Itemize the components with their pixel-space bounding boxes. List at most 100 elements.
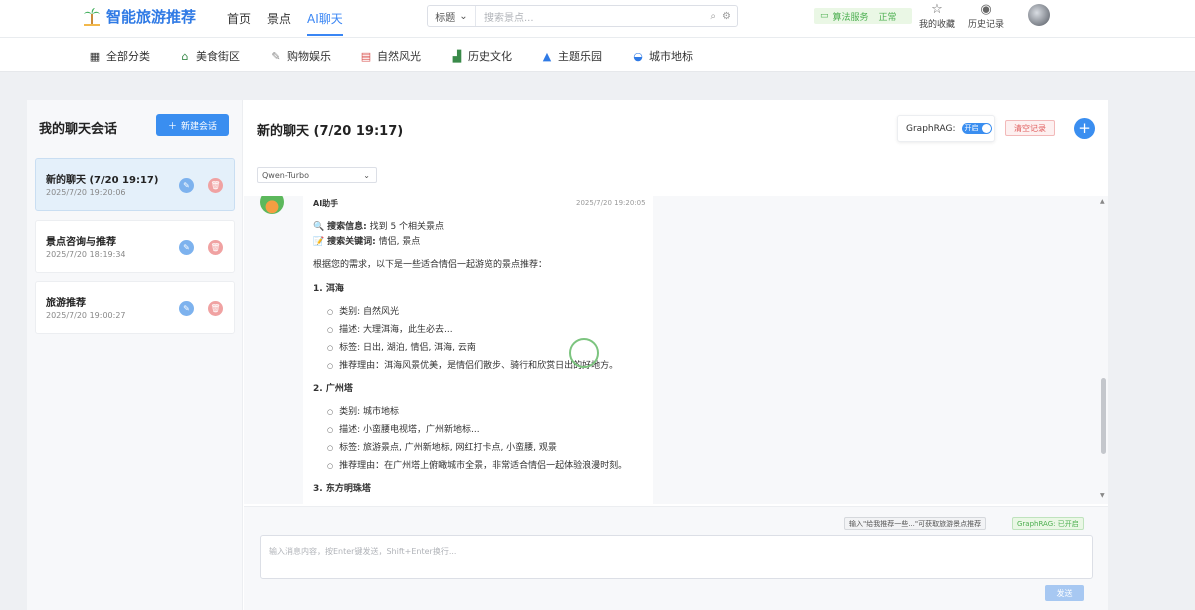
session-time: 2025/7/20 18:19:34 xyxy=(46,250,126,259)
recommendation-bullet: 标签: 旅游景点, 广州新地标, 网红打卡点, 小蛮腰, 观景 xyxy=(327,440,557,453)
landmark-icon: ◒ xyxy=(633,49,643,63)
gear-icon[interactable]: ⚙ xyxy=(722,11,731,22)
category-label: 主题乐园 xyxy=(558,50,602,63)
message-scrollbar[interactable]: ▲ ▼ xyxy=(1098,196,1108,504)
session-title: 旅游推荐 xyxy=(46,298,86,309)
model-select[interactable]: Qwen-Turbo ⌄ xyxy=(257,167,377,183)
chevron-down-icon: ⌄ xyxy=(363,170,370,180)
search-info-key: 搜索信息: xyxy=(327,222,367,232)
scroll-down-arrow-icon[interactable]: ▼ xyxy=(1100,492,1105,499)
main-nav: 首页 景点 AI聊天 xyxy=(227,10,359,36)
category-food[interactable]: ⌂ 美食街区 xyxy=(179,48,241,64)
nature-icon: ▤ xyxy=(360,49,372,63)
graphrag-switch-card: GraphRAG: 开启 xyxy=(897,115,995,142)
palm-tree-icon xyxy=(84,7,100,26)
toggle-knob xyxy=(981,124,991,133)
monitor-icon: ▭ xyxy=(820,11,829,21)
history-button[interactable]: ◉ 历史记录 xyxy=(968,2,1005,31)
session-item[interactable]: 景点咨询与推荐 2025/7/20 18:19:34 ✎ 🗑 xyxy=(35,220,235,273)
favorites-label: 我的收藏 xyxy=(919,20,956,30)
app-logo[interactable]: 智能旅游推荐 xyxy=(82,6,196,27)
recommendation-heading: 3. 东方明珠塔 xyxy=(313,484,371,494)
message-sender: AI助手 xyxy=(313,199,339,208)
search-icon[interactable]: ⌕ xyxy=(710,11,716,22)
recommendation-bullet: 推荐理由：在广州塔上俯瞰城市全景，非常适合情侣一起体验浪漫时刻。 xyxy=(327,458,627,471)
search-input[interactable]: 搜索景点... xyxy=(476,9,710,24)
category-label: 美食街区 xyxy=(196,50,240,63)
shopping-icon: ✎ xyxy=(271,49,281,63)
intro-text: 根据您的需求，以下是一些适合情侣一起游览的景点推荐： xyxy=(313,260,548,270)
search-info-line: 🔍 搜索信息: 找到 5 个相关景点 xyxy=(313,219,444,232)
keywords-value: 情侣, 景点 xyxy=(378,237,421,247)
category-history[interactable]: ▟ 历史文化 xyxy=(451,48,512,64)
session-time: 2025/7/20 19:00:27 xyxy=(46,311,126,320)
favorites-button[interactable]: ☆ 我的收藏 xyxy=(919,2,956,31)
search-type-label: 标题 xyxy=(435,12,456,24)
star-icon: ☆ xyxy=(931,2,943,17)
category-label: 自然风光 xyxy=(377,50,421,63)
message-input[interactable]: 输入消息内容，按Enter键发送，Shift+Enter换行... xyxy=(260,535,1093,579)
grid-icon: ▦ xyxy=(89,49,101,63)
add-button[interactable]: + xyxy=(1074,118,1095,139)
keywords-key: 搜索关键词: xyxy=(327,237,376,247)
composer: 输入"给我推荐一些..."可获取旅游景点推荐 GraphRAG: 已开启 输入消… xyxy=(244,506,1108,610)
search-type-select[interactable]: 标题 ⌄ xyxy=(428,6,476,26)
category-shopping[interactable]: ✎ 购物娱乐 xyxy=(270,48,331,64)
new-session-button[interactable]: ＋ 新建会话 xyxy=(156,114,229,136)
session-item[interactable]: 新的聊天 (7/20 19:17) 2025/7/20 19:20:06 ✎ 🗑 xyxy=(35,158,235,211)
edit-icon[interactable]: ✎ xyxy=(179,301,194,316)
trash-icon[interactable]: 🗑 xyxy=(208,240,223,255)
session-item[interactable]: 旅游推荐 2025/7/20 19:00:27 ✎ 🗑 xyxy=(35,281,235,334)
chat-title: 新的聊天 (7/20 19:17) xyxy=(257,124,404,139)
nav-ai-chat[interactable]: AI聊天 xyxy=(307,10,343,36)
category-label: 历史文化 xyxy=(468,50,512,63)
user-avatar[interactable] xyxy=(1028,4,1050,26)
sidebar-title: 我的聊天会话 xyxy=(39,122,118,137)
graphrag-label: GraphRAG: xyxy=(906,123,956,134)
message-list[interactable]: AI助手 2025/7/20 19:20:05 🔍 搜索信息: 找到 5 个相关… xyxy=(244,196,1108,504)
recommend-hint-tag: 输入"给我推荐一些..."可获取旅游景点推荐 xyxy=(844,517,987,530)
clear-history-button[interactable]: 清空记录 xyxy=(1005,120,1055,136)
plus-icon: ＋ xyxy=(167,121,177,132)
message-time: 2025/7/20 19:20:05 xyxy=(576,199,646,207)
park-icon: ▲ xyxy=(542,49,552,63)
keywords-line: 📝 搜索关键词: 情侣, 景点 xyxy=(313,234,420,247)
new-session-label: 新建会话 xyxy=(181,121,218,132)
eye-icon: ◉ xyxy=(980,2,992,17)
edit-icon[interactable]: ✎ xyxy=(179,240,194,255)
session-time: 2025/7/20 19:20:06 xyxy=(46,188,126,197)
category-label: 全部分类 xyxy=(106,50,150,63)
bot-avatar xyxy=(260,196,284,214)
model-value: Qwen-Turbo xyxy=(262,170,309,180)
category-nature[interactable]: ▤ 自然风光 xyxy=(360,48,421,64)
nav-attractions[interactable]: 景点 xyxy=(267,10,291,36)
recommendation-bullet: 描述: 小蛮腰电视塔，广州新地标... xyxy=(327,422,479,435)
chat-panel: 我的聊天会话 ＋ 新建会话 新的聊天 (7/20 19:17) 2025/7/2… xyxy=(27,100,1108,610)
history-label: 历史记录 xyxy=(968,20,1005,30)
category-theme-park[interactable]: ▲ 主题乐园 xyxy=(541,48,602,64)
service-status-value: 正常 xyxy=(878,12,897,23)
graphrag-toggle-text: 开启 xyxy=(964,124,979,132)
graphrag-toggle[interactable]: 开启 xyxy=(961,123,992,134)
nav-home[interactable]: 首页 xyxy=(227,10,251,36)
category-landmark[interactable]: ◒ 城市地标 xyxy=(632,48,693,64)
category-all[interactable]: ▦ 全部分类 xyxy=(89,48,150,64)
send-button[interactable]: 发送 xyxy=(1045,585,1084,601)
category-label: 购物娱乐 xyxy=(287,50,331,63)
chevron-down-icon: ⌄ xyxy=(459,10,468,22)
scroll-thumb[interactable] xyxy=(1101,378,1106,454)
trash-icon[interactable]: 🗑 xyxy=(208,301,223,316)
session-sidebar: 我的聊天会话 ＋ 新建会话 新的聊天 (7/20 19:17) 2025/7/2… xyxy=(27,100,243,610)
mouse-cursor-indicator xyxy=(569,338,599,368)
magnifier-icon: 🔍 xyxy=(313,222,325,232)
trash-icon[interactable]: 🗑 xyxy=(208,178,223,193)
scroll-up-arrow-icon[interactable]: ▲ xyxy=(1100,198,1105,205)
recommendation-bullet: 描述: 大理洱海，此生必去... xyxy=(327,322,452,335)
recommendation-heading: 2. 广州塔 xyxy=(313,384,353,394)
recommendation-bullet: 类别: 自然风光 xyxy=(327,304,399,317)
top-navbar: 智能旅游推荐 首页 景点 AI聊天 标题 ⌄ 搜索景点... ⌕ ⚙ ▭ 算法服… xyxy=(0,0,1195,38)
search-bar: 标题 ⌄ 搜索景点... ⌕ ⚙ xyxy=(427,5,738,27)
recommendation-bullet: 标签: 日出, 湖泊, 情侣, 洱海, 云南 xyxy=(327,340,476,353)
edit-icon[interactable]: ✎ xyxy=(179,178,194,193)
search-info-value: 找到 5 个相关景点 xyxy=(369,222,445,232)
